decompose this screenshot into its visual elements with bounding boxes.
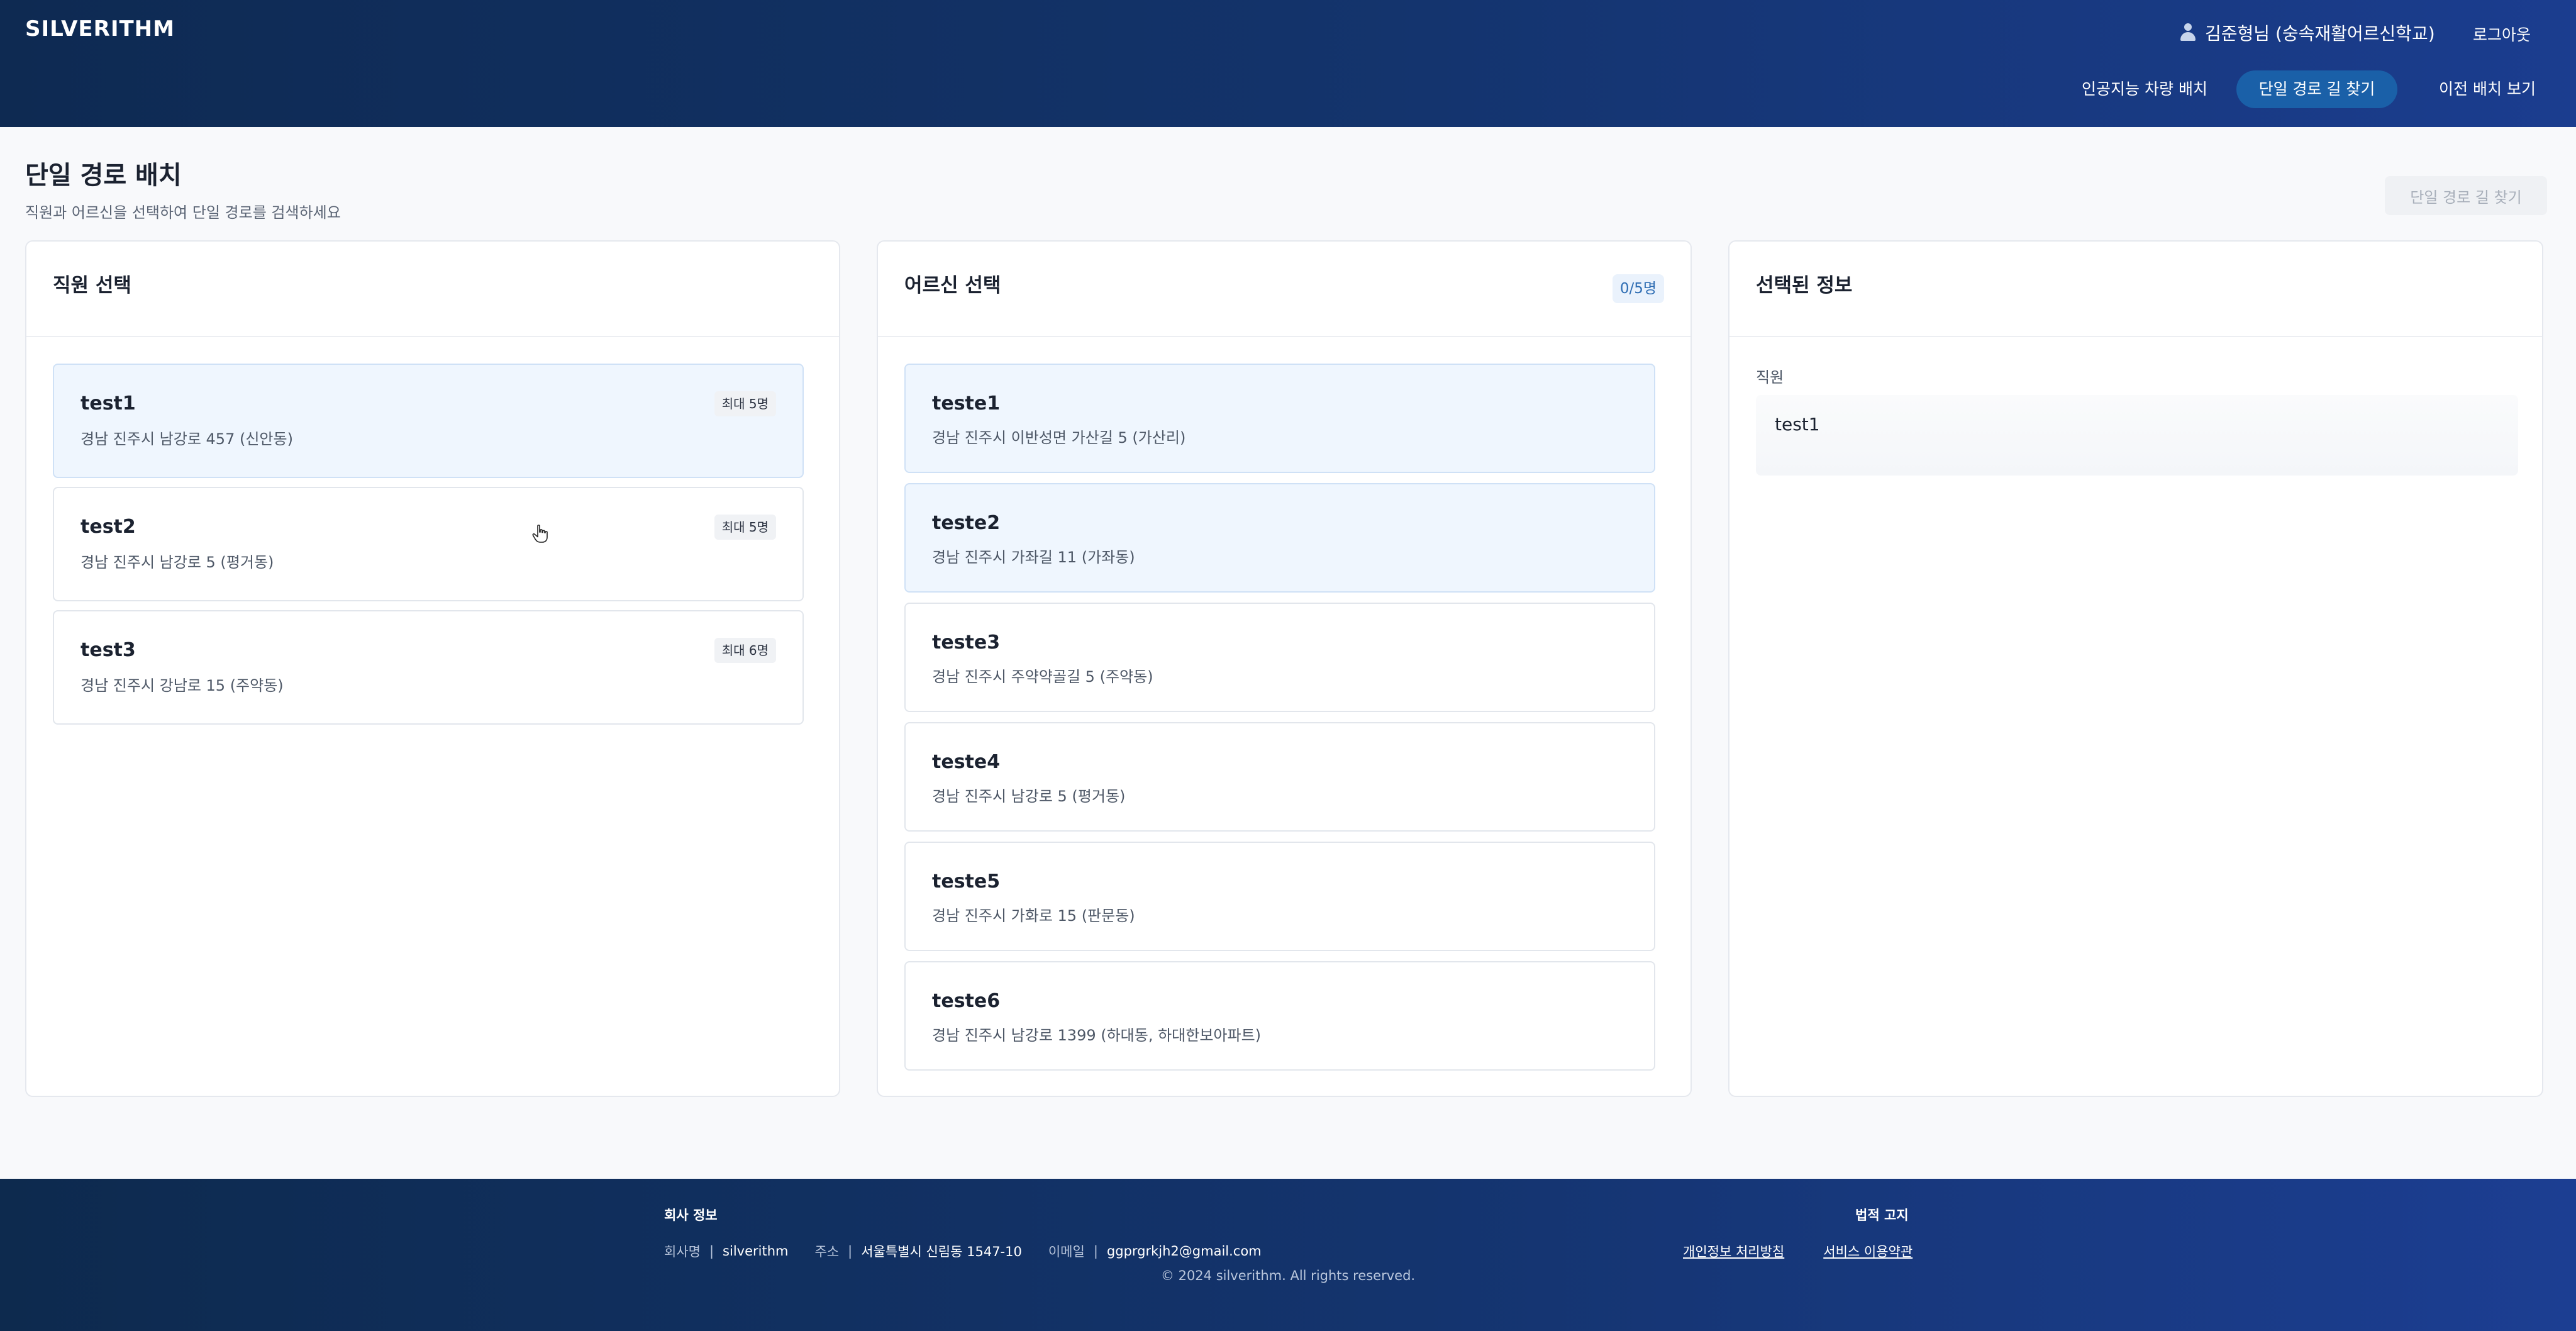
senior-name: teste5: [932, 871, 1001, 893]
capacity-badge: 최대 5명: [714, 391, 776, 416]
senior-address: 경남 진주시 가좌길 11 (가좌동): [932, 549, 1135, 566]
panel-header: 직원 선택: [26, 242, 839, 337]
staff-list: test1 최대 5명 경남 진주시 남강로 457 (신안동) test2 최…: [53, 364, 804, 733]
copyright: © 2024 silverithm. All rights reserved.: [1160, 1268, 1416, 1283]
senior-address: 경남 진주시 이반성면 가산길 5 (가산리): [932, 429, 1186, 447]
company-name-value: silverithm: [723, 1244, 789, 1259]
staff-card-test1[interactable]: test1 최대 5명 경남 진주시 남강로 457 (신안동): [53, 364, 804, 478]
senior-card-teste2[interactable]: teste2 경남 진주시 가좌길 11 (가좌동): [904, 483, 1655, 593]
senior-card-teste4[interactable]: teste4 경남 진주시 남강로 5 (평거동): [904, 722, 1655, 832]
page-title: 단일 경로 배치: [25, 161, 182, 190]
app-logo[interactable]: SILVERITHM: [25, 16, 175, 42]
staff-card-test2[interactable]: test2 최대 5명 경남 진주시 남강로 5 (평거동): [53, 487, 804, 601]
address-label: 주소: [814, 1244, 840, 1259]
panel-header: 어르신 선택 0/5명: [878, 242, 1690, 337]
senior-address: 경남 진주시 남강로 1399 (하대동, 하대한보아파트): [932, 1027, 1262, 1044]
user-info: 김준형님 (숭속재활어르신학교): [2180, 20, 2435, 45]
senior-card-teste1[interactable]: teste1 경남 진주시 이반성면 가산길 5 (가산리): [904, 364, 1655, 473]
top-header: SILVERITHM 김준형님 (숭속재활어르신학교) 로그아웃 인공지능 차량…: [0, 0, 2576, 127]
capacity-badge: 최대 6명: [714, 638, 776, 663]
staff-card-test3[interactable]: test3 최대 6명 경남 진주시 강남로 15 (주약동): [53, 610, 804, 725]
senior-name: teste4: [932, 751, 1001, 773]
email-label: 이메일: [1048, 1244, 1085, 1259]
senior-name: teste2: [932, 512, 1001, 534]
senior-address: 경남 진주시 가화로 15 (판문동): [932, 907, 1135, 925]
staff-name: test3: [80, 639, 136, 661]
main-nav: 인공지능 차량 배치 단일 경로 길 찾기 이전 배치 보기: [0, 70, 2576, 108]
info-panel-title: 선택된 정보: [1756, 274, 1853, 297]
staff-select-panel: 직원 선택 test1 최대 5명 경남 진주시 남강로 457 (신안동) t…: [25, 240, 840, 1097]
capacity-badge: 최대 5명: [714, 515, 776, 540]
senior-card-teste3[interactable]: teste3 경남 진주시 주약약골길 5 (주약동): [904, 603, 1655, 712]
nav-ai-dispatch[interactable]: 인공지능 차량 배치: [2075, 70, 2214, 108]
senior-list: teste1 경남 진주시 이반성면 가산길 5 (가산리) teste2 경남…: [904, 364, 1655, 1081]
senior-card-teste6[interactable]: teste6 경남 진주시 남강로 1399 (하대동, 하대한보아파트): [904, 961, 1655, 1071]
company-info-heading: 회사 정보: [664, 1208, 718, 1223]
address-value: 서울특별시 신림동 1547-10: [861, 1244, 1022, 1259]
staff-name: test1: [80, 393, 136, 415]
legal-links: 개인정보 처리방침 서비스 이용약관: [1683, 1242, 1913, 1261]
staff-address: 경남 진주시 남강로 457 (신안동): [80, 430, 293, 448]
separator: |: [709, 1244, 714, 1259]
senior-address: 경남 진주시 남강로 5 (평거동): [932, 788, 1126, 805]
selected-staff-label: 직원: [1756, 369, 1784, 386]
panel-header: 선택된 정보: [1729, 242, 2542, 337]
senior-card-teste5[interactable]: teste5 경남 진주시 가화로 15 (판문동): [904, 842, 1655, 951]
staff-address: 경남 진주시 남강로 5 (평거동): [80, 554, 274, 571]
staff-panel-title: 직원 선택: [53, 274, 131, 297]
page-subtitle: 직원과 어르신을 선택하여 단일 경로를 검색하세요: [25, 204, 341, 221]
senior-select-panel: 어르신 선택 0/5명 teste1 경남 진주시 이반성면 가산길 5 (가산…: [877, 240, 1692, 1097]
staff-name: test2: [80, 516, 136, 538]
senior-address: 경남 진주시 주약약골길 5 (주약동): [932, 668, 1153, 686]
legal-notice-heading: 법적 고지: [1855, 1208, 1909, 1223]
nav-single-route[interactable]: 단일 경로 길 찾기: [2236, 70, 2397, 108]
pointer-hand-icon: [532, 525, 548, 543]
senior-name: teste6: [932, 990, 1001, 1012]
company-info-line: 회사명 | silverithm 주소 | 서울특별시 신림동 1547-10 …: [664, 1242, 1262, 1261]
staff-address: 경남 진주시 강남로 15 (주약동): [80, 677, 284, 694]
senior-panel-title: 어르신 선택: [904, 274, 1001, 297]
user-name: 김준형님 (숭속재활어르신학교): [2205, 23, 2435, 44]
site-footer: 회사 정보 법적 고지 회사명 | silverithm 주소 | 서울특별시 …: [0, 1179, 2576, 1331]
senior-name: teste1: [932, 393, 1001, 415]
terms-of-service-link[interactable]: 서비스 이용약관: [1823, 1242, 1913, 1261]
user-icon: [2180, 23, 2196, 42]
nav-previous-dispatch[interactable]: 이전 배치 보기: [2416, 70, 2558, 108]
selected-staff-box: test1: [1756, 395, 2518, 476]
separator: |: [848, 1244, 853, 1259]
privacy-policy-link[interactable]: 개인정보 처리방침: [1683, 1242, 1784, 1261]
email-value: ggprgrkjh2@gmail.com: [1106, 1244, 1262, 1259]
find-single-route-button[interactable]: 단일 경로 길 찾기: [2385, 176, 2547, 215]
company-name-label: 회사명: [664, 1244, 701, 1259]
selected-count-badge: 0/5명: [1612, 274, 1664, 303]
separator: |: [1093, 1244, 1098, 1259]
selected-info-panel: 선택된 정보 직원 test1: [1728, 240, 2543, 1097]
selected-staff-value: test1: [1775, 414, 1820, 435]
senior-name: teste3: [932, 632, 1001, 654]
logout-button[interactable]: 로그아웃: [2473, 23, 2531, 45]
